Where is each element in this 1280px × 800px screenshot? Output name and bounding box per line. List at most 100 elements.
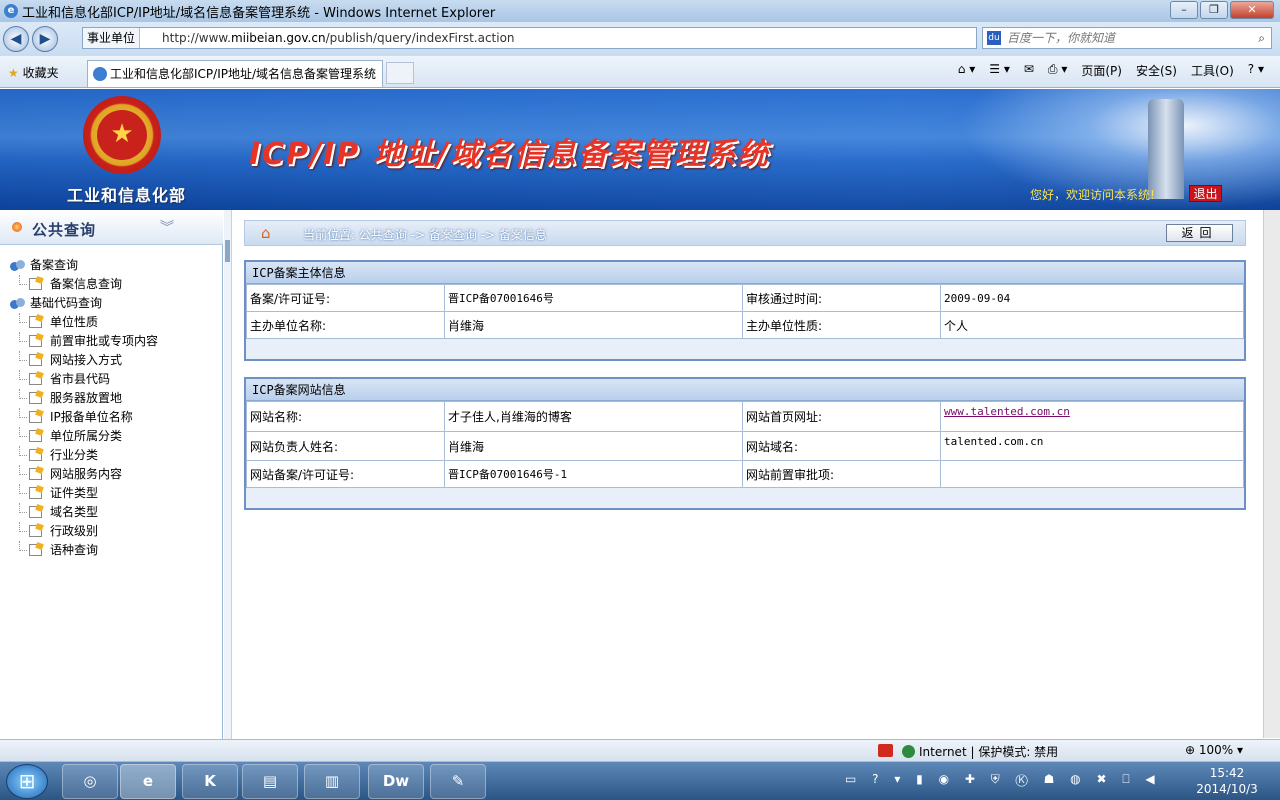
search-icon[interactable]: ⌕	[1258, 28, 1265, 48]
sidebar-item[interactable]: 单位所属分类	[0, 427, 223, 446]
feeds-icon[interactable]: ☰ ▾	[989, 62, 1010, 79]
vertical-scrollbar[interactable]	[1263, 210, 1280, 738]
huabiao-pillar-icon	[1148, 99, 1184, 199]
home-icon[interactable]: ⌂ ▾	[958, 62, 975, 79]
field-label: 审核通过时间:	[742, 284, 941, 312]
page-edit-icon	[29, 449, 42, 461]
sidebar: 公共查询 ︾ 备案查询 备案信息查询 基础代码查询 单位性质 前置审批或专项内容…	[0, 210, 223, 739]
system-title: ICP/IP 地址/域名信息备案管理系统	[249, 137, 770, 172]
field-label: 备案/许可证号:	[246, 284, 445, 312]
page-edit-icon	[29, 506, 42, 518]
table-row: 主办单位名称: 肖维海 主办单位性质: 个人	[246, 311, 1244, 339]
favorites-button[interactable]: ★ 收藏夹	[8, 64, 59, 81]
sidebar-splitter[interactable]	[224, 210, 232, 739]
page-edit-icon	[29, 487, 42, 499]
taskbar-app-icon[interactable]: ◎	[62, 764, 118, 799]
mail-icon[interactable]: ✉	[1024, 62, 1034, 79]
zoom-level[interactable]: ⊕ 100% ▾	[1185, 743, 1243, 757]
group-icon	[10, 298, 26, 310]
sidebar-item[interactable]: 证件类型	[0, 484, 223, 503]
sidebar-item[interactable]: 省市县代码	[0, 370, 223, 389]
address-toolbar: ◀ ▶ 事业单位 http://www.miibeian.gov.cn/publ…	[0, 22, 1280, 56]
subject-info-table: 备案/许可证号: 晋ICP备07001646号 审核通过时间: 2009-09-…	[246, 284, 1244, 339]
field-value: 晋ICP备07001646号	[444, 284, 743, 312]
sidebar-item[interactable]: 域名类型	[0, 503, 223, 522]
sidebar-item[interactable]: 网站服务内容	[0, 465, 223, 484]
site-info-table: 网站名称: 才子佳人,肖维海的博客 网站首页网址: www.talented.c…	[246, 401, 1244, 488]
taskbar-dw-icon[interactable]: Dw	[368, 764, 424, 799]
subject-info-panel: ICP备案主体信息 备案/许可证号: 晋ICP备07001646号 审核通过时间…	[244, 260, 1246, 361]
field-value: 晋ICP备07001646号-1	[444, 460, 743, 488]
print-icon[interactable]: ⎙ ▾	[1048, 62, 1067, 79]
page-menu[interactable]: 页面(P)	[1081, 62, 1122, 79]
page-edit-icon	[29, 430, 42, 442]
clock-date: 2014/10/3	[1196, 782, 1258, 796]
taskbar: ⊞ ◎ e K ▤ ▥ Dw ✎ ▭ ? ▾ ▮ ◉ ✚ ⛨ Ⓚ ☗ ◍ ✖ ⎕…	[0, 761, 1280, 800]
popup-blocked-icon[interactable]	[878, 744, 893, 757]
sidebar-item[interactable]: 前置审批或专项内容	[0, 332, 223, 351]
start-button[interactable]: ⊞	[6, 764, 48, 799]
sidebar-item[interactable]: 语种查询	[0, 541, 223, 560]
sidebar-item[interactable]: 网站接入方式	[0, 351, 223, 370]
maximize-button[interactable]: ❐	[1200, 1, 1228, 19]
close-window-button[interactable]: ✕	[1230, 1, 1274, 19]
back-arrow-icon[interactable]: ◀	[3, 26, 29, 52]
national-emblem-icon: ★	[83, 96, 161, 174]
taskbar-folder-icon[interactable]: ▤	[242, 764, 298, 799]
clock-time: 15:42	[1209, 766, 1245, 780]
field-label: 主办单位名称:	[246, 311, 445, 339]
page-edit-icon	[29, 411, 42, 423]
tools-menu[interactable]: 工具(O)	[1191, 62, 1234, 79]
field-value: 肖维海	[444, 431, 743, 461]
main-content: ⌂ 当前位置: 公共查询 -> 备案查询 -> 备案信息 返回 ICP备案主体信…	[244, 220, 1246, 510]
field-label: 网站域名:	[742, 431, 941, 461]
splitter-grip[interactable]	[225, 240, 230, 262]
sidebar-item[interactable]: IP报备单位名称	[0, 408, 223, 427]
baidu-icon: du	[987, 31, 1001, 45]
url-text[interactable]: http://www.miibeian.gov.cn/publish/query…	[140, 31, 515, 45]
field-value: 才子佳人,肖维海的博客	[444, 401, 743, 432]
sidebar-header[interactable]: 公共查询 ︾	[0, 210, 223, 245]
sidebar-item[interactable]: 行政级别	[0, 522, 223, 541]
address-bar[interactable]: 事业单位 http://www.miibeian.gov.cn/publish/…	[82, 27, 977, 49]
search-input[interactable]: du 百度一下，你就知道 ⌕	[982, 27, 1272, 49]
ie-icon: e	[4, 4, 18, 18]
page-edit-icon	[29, 373, 42, 385]
system-tray[interactable]: ▭ ? ▾ ▮ ◉ ✚ ⛨ Ⓚ ☗ ◍ ✖ ⎕ ◀	[845, 772, 1161, 787]
taskbar-notepad-icon[interactable]: ▥	[304, 764, 360, 799]
safety-menu[interactable]: 安全(S)	[1136, 62, 1177, 79]
browser-tab[interactable]: 工业和信息化部ICP/IP地址/域名信息备案管理系统	[87, 60, 383, 87]
star-icon: ★	[8, 66, 19, 80]
security-zone[interactable]: Internet | 保护模式: 禁用	[902, 743, 1058, 760]
field-value	[940, 460, 1244, 488]
taskbar-paint-icon[interactable]: ✎	[430, 764, 486, 799]
tree-group-code-query[interactable]: 基础代码查询	[0, 294, 223, 313]
new-tab-button[interactable]	[386, 62, 414, 84]
field-value: 肖维海	[444, 311, 743, 339]
home-icon[interactable]: ⌂	[261, 224, 279, 242]
sidebar-item[interactable]: 服务器放置地	[0, 389, 223, 408]
sidebar-item[interactable]: 行业分类	[0, 446, 223, 465]
clock[interactable]: 15:42 2014/10/3	[1194, 765, 1260, 797]
logout-button[interactable]: 退出	[1189, 185, 1222, 202]
field-value: www.talented.com.cn	[940, 401, 1244, 432]
collapse-chevron-icon[interactable]: ︾	[160, 217, 174, 237]
breadcrumb: ⌂ 当前位置: 公共查询 -> 备案查询 -> 备案信息 返回	[244, 220, 1246, 246]
forward-arrow-icon[interactable]: ▶	[32, 26, 58, 52]
zone-selector[interactable]: 事业单位	[83, 28, 141, 48]
breadcrumb-text: 当前位置: 公共查询 -> 备案查询 -> 备案信息	[303, 228, 547, 242]
taskbar-ie-icon[interactable]: e	[120, 764, 176, 799]
minimize-button[interactable]: –	[1170, 1, 1198, 19]
field-value: talented.com.cn	[940, 431, 1244, 461]
sidebar-tree: 备案查询 备案信息查询 基础代码查询 单位性质 前置审批或专项内容 网站接入方式…	[0, 256, 223, 560]
back-button[interactable]: 返回	[1166, 224, 1233, 242]
sidebar-item[interactable]: 单位性质	[0, 313, 223, 332]
homepage-link[interactable]: www.talented.com.cn	[944, 405, 1070, 418]
page-edit-icon	[29, 468, 42, 480]
panel-title: ICP备案网站信息	[246, 379, 1244, 401]
tree-group-record-query[interactable]: 备案查询	[0, 256, 223, 275]
taskbar-k-icon[interactable]: K	[182, 764, 238, 799]
help-icon[interactable]: ? ▾	[1248, 62, 1264, 79]
command-bar: ⌂ ▾ ☰ ▾ ✉ ⎙ ▾ 页面(P) 安全(S) 工具(O) ? ▾	[944, 62, 1264, 79]
sidebar-item-record-info[interactable]: 备案信息查询	[0, 275, 223, 294]
